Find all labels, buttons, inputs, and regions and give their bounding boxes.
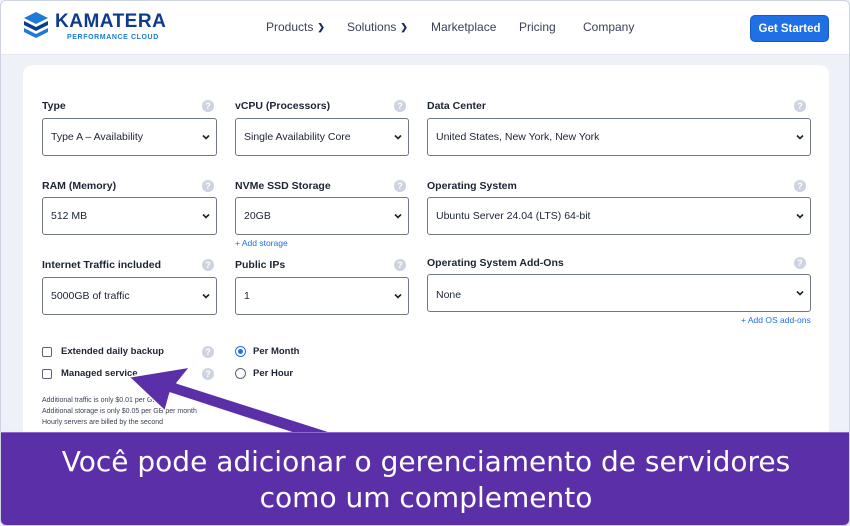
nav-item-label: Products	[266, 20, 314, 34]
note-hourly: Hourly servers are billed by the second	[42, 419, 164, 426]
help-icon[interactable]: ?	[202, 368, 214, 380]
vcpu-select[interactable]: Single Availability Core	[235, 118, 409, 156]
per-hour-radio[interactable]	[235, 368, 246, 379]
nav-item-solutions[interactable]: Solutions ❯	[347, 20, 408, 34]
backup-label: Extended daily backup	[61, 346, 164, 357]
ram-value: 512 MB	[51, 210, 88, 222]
chevron-down-icon	[202, 293, 210, 299]
os-addons-value: None	[436, 289, 462, 301]
help-icon[interactable]: ?	[202, 346, 214, 358]
nav-item-company[interactable]: Company	[583, 20, 634, 34]
managed-service-checkbox[interactable]	[42, 368, 52, 379]
help-icon[interactable]: ?	[794, 257, 806, 269]
chevron-down-icon	[796, 213, 804, 219]
note-storage: Additional storage is only $0.05 per GB …	[42, 408, 197, 415]
caption-banner: Você pode adicionar o gerenciamento de s…	[1, 432, 849, 525]
get-started-button[interactable]: Get Started	[750, 15, 829, 42]
datacenter-label: Data Center	[427, 100, 486, 112]
nav-item-label: Company	[583, 20, 635, 34]
traffic-value: 5000GB of traffic	[51, 290, 130, 302]
traffic-select[interactable]: 5000GB of traffic	[42, 277, 217, 315]
chevron-down-icon	[796, 134, 804, 140]
type-label: Type	[42, 100, 66, 112]
help-icon[interactable]: ?	[202, 259, 214, 271]
os-select[interactable]: Ubuntu Server 24.04 (LTS) 64-bit	[427, 197, 811, 235]
nav-item-label: Pricing	[519, 20, 556, 34]
add-os-addons-link[interactable]: + Add OS add-ons	[741, 315, 811, 325]
type-value: Type A – Availability	[51, 131, 144, 143]
os-addons-select[interactable]: None	[427, 274, 811, 312]
public-ips-label: Public IPs	[235, 259, 286, 271]
chevron-down-icon	[394, 213, 402, 219]
help-icon[interactable]: ?	[394, 180, 406, 192]
help-icon[interactable]: ?	[202, 180, 214, 192]
ram-label: RAM (Memory)	[42, 180, 117, 192]
nav-item-pricing[interactable]: Pricing	[519, 20, 556, 34]
backup-option[interactable]: Extended daily backup	[42, 346, 164, 357]
public-ips-select[interactable]: 1	[235, 277, 409, 315]
nav-item-label: Solutions	[347, 20, 397, 34]
help-icon[interactable]: ?	[394, 259, 406, 271]
nav-item-label: Marketplace	[431, 20, 497, 34]
help-icon[interactable]: ?	[202, 100, 214, 112]
nav-item-products[interactable]: Products ❯	[266, 20, 325, 34]
caption-line-1: Você pode adicionar o gerenciamento de s…	[61, 445, 791, 478]
billing-per-month[interactable]: Per Month	[235, 346, 299, 357]
chevron-down-icon	[202, 134, 210, 140]
chevron-down-icon	[394, 134, 402, 140]
per-month-label: Per Month	[253, 346, 300, 357]
note-traffic: Additional traffic is only $0.01 per GB	[42, 397, 158, 404]
chevron-down-icon: ❯	[317, 21, 325, 32]
storage-select[interactable]: 20GB	[235, 197, 409, 235]
help-icon[interactable]: ?	[794, 100, 806, 112]
help-icon[interactable]: ?	[394, 100, 406, 112]
caption-text: Você pode adicionar o gerenciamento de s…	[1, 444, 849, 516]
per-month-radio[interactable]	[235, 346, 246, 357]
datacenter-value: United States, New York, New York	[436, 131, 600, 143]
chevron-down-icon	[796, 290, 804, 296]
nav-item-marketplace[interactable]: Marketplace	[431, 20, 496, 34]
managed-service-label: Managed service	[61, 368, 138, 379]
site-header: KAMATERA PERFORMANCE CLOUD Products ❯ So…	[1, 1, 849, 55]
os-value: Ubuntu Server 24.04 (LTS) 64-bit	[436, 210, 591, 222]
type-select[interactable]: Type A – Availability	[42, 118, 217, 156]
os-addons-label: Operating System Add-Ons	[427, 257, 564, 269]
add-storage-link[interactable]: + Add storage	[235, 238, 288, 248]
managed-service-option[interactable]: Managed service	[42, 368, 138, 379]
vcpu-value: Single Availability Core	[244, 131, 351, 143]
per-hour-label: Per Hour	[253, 368, 294, 379]
main-nav: Products ❯ Solutions ❯ Marketplace Prici…	[1, 20, 849, 36]
storage-value: 20GB	[244, 210, 271, 222]
help-icon[interactable]: ?	[794, 180, 806, 192]
os-label: Operating System	[427, 180, 517, 192]
ram-select[interactable]: 512 MB	[42, 197, 217, 235]
caption-line-2: como um complemento	[259, 481, 593, 514]
vcpu-label: vCPU (Processors)	[235, 100, 331, 112]
billing-per-hour[interactable]: Per Hour	[235, 368, 293, 379]
storage-label: NVMe SSD Storage	[235, 180, 331, 192]
backup-checkbox[interactable]	[42, 346, 52, 357]
traffic-label: Internet Traffic included	[42, 259, 162, 271]
datacenter-select[interactable]: United States, New York, New York	[427, 118, 811, 156]
chevron-down-icon	[394, 293, 402, 299]
chevron-down-icon: ❯	[400, 21, 408, 32]
public-ips-value: 1	[244, 290, 250, 302]
chevron-down-icon	[202, 213, 210, 219]
screenshot-frame: KAMATERA PERFORMANCE CLOUD Products ❯ So…	[0, 0, 850, 526]
